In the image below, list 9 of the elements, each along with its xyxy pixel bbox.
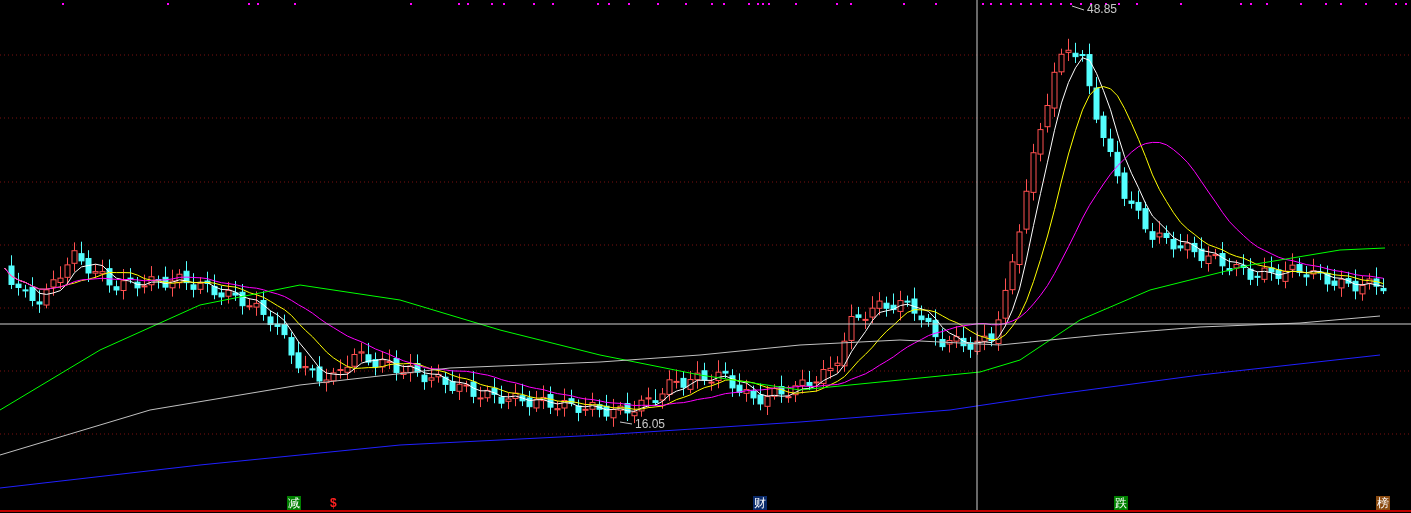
leader-line — [1071, 5, 1085, 11]
event-marker-badge: 跌 — [1114, 496, 1128, 510]
event-marker-badge: 财 — [753, 496, 767, 510]
event-marker-badge: 榜 — [1376, 496, 1390, 510]
low-price-label: 16.05 — [635, 417, 666, 431]
event-marker-badge: 减 — [287, 496, 301, 510]
event-marker: $ — [329, 496, 338, 510]
high-price-label: 48.85 — [1087, 2, 1118, 16]
leader-line — [619, 421, 633, 425]
